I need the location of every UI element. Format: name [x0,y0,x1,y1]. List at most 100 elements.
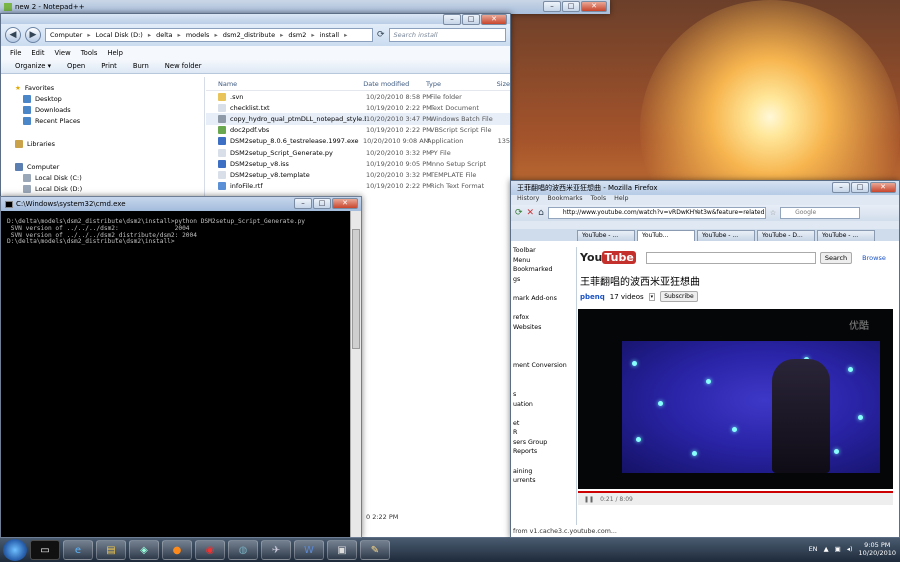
nav-local-d[interactable]: Local Disk (D:) [1,183,204,194]
command-button[interactable]: Open [67,62,85,70]
sidebar-item[interactable] [511,343,576,353]
sidebar-item[interactable] [511,381,576,391]
taskbar-notepad-icon[interactable]: ✎ [360,540,390,560]
browser-tab[interactable]: YouTube - ... [577,230,635,241]
taskbar-globe-icon[interactable]: ◍ [228,540,258,560]
file-row[interactable]: DSM2setup_v8.template 10/20/2010 3:32 PM T… [206,169,510,180]
close-button[interactable]: ✕ [870,182,896,193]
maximize-button[interactable]: □ [562,1,580,12]
sidebar-item[interactable] [511,285,576,295]
sidebar-item[interactable] [511,305,576,315]
minimize-button[interactable]: – [543,1,561,12]
sidebar-item[interactable]: R [511,429,576,439]
channel-name[interactable]: pbenq [580,293,605,301]
menu-item[interactable]: View [55,49,71,57]
browser-tab[interactable]: YouTube - ... [817,230,875,241]
clock[interactable]: 9:05 PM 10/20/2010 [859,541,896,557]
youtube-search-button[interactable]: Search [819,251,853,264]
home-icon[interactable]: ⌂ [538,208,544,218]
nav-local-c[interactable]: Local Disk (C:) [1,172,204,183]
breadcrumb-arrow-icon[interactable]: ▸ [148,31,151,39]
nav-desktop[interactable]: Desktop [1,93,204,104]
minimize-button[interactable]: – [294,198,312,209]
nav-libraries[interactable]: Libraries [1,138,204,149]
breadcrumb-item[interactable]: Local Disk (D:) [96,31,143,39]
video-player[interactable]: 优酷 [578,309,893,489]
file-row[interactable]: DSM2setup_Script_Generate.py 10/20/2010 3… [206,147,510,158]
sidebar-item[interactable]: uation [511,401,576,411]
sidebar-item[interactable]: mark Add-ons [511,295,576,305]
close-button[interactable]: ✕ [332,198,358,209]
menu-item[interactable]: Edit [31,49,44,57]
breadcrumb-arrow-icon[interactable]: ▸ [214,31,217,39]
notepad-window[interactable]: new 2 - Notepad++ – □ ✕ [0,0,610,14]
google-search-input[interactable]: Google [780,207,861,219]
breadcrumb-item[interactable]: dsm2 [288,31,306,39]
close-button[interactable]: ✕ [481,14,507,25]
browser-tab[interactable]: YouTub... [637,230,695,241]
stop-icon[interactable]: ✕ [527,208,535,218]
taskbar-window-icon[interactable]: ▣ [327,540,357,560]
col-date[interactable]: Date modified [363,80,426,88]
breadcrumb-item[interactable]: Computer [50,31,82,39]
sidebar-item[interactable]: Bookmarked [511,266,576,276]
sidebar-item[interactable] [511,353,576,363]
minimize-button[interactable]: – [443,14,461,25]
sidebar-item[interactable] [511,458,576,468]
close-button[interactable]: ✕ [581,1,607,12]
language-indicator[interactable]: EN [809,545,818,553]
cmd-window[interactable]: C:\Windows\system32\cmd.exe – □ ✕ D:\delta… [0,196,362,538]
sidebar-item[interactable] [511,410,576,420]
sidebar-item[interactable]: urrents [511,477,576,487]
command-button[interactable]: Print [101,62,117,70]
scrollbar-thumb[interactable] [352,229,360,349]
console-output[interactable]: D:\delta\models\dsm2_distribute\dsm2\ins… [1,211,361,254]
maximize-button[interactable]: □ [313,198,331,209]
col-type[interactable]: Type [426,80,497,88]
sidebar-item[interactable]: Reports [511,448,576,458]
firefox-window[interactable]: 王菲翻唱的波西米亚狂想曲 - Mozilla Firefox – □ ✕ Histo… [510,180,900,538]
sidebar-item[interactable] [511,372,576,382]
youtube-logo[interactable]: You Tube [580,251,636,264]
taskbar-cmd-icon[interactable]: ▭ [30,540,60,560]
sidebar-item[interactable]: Menu [511,257,576,267]
sidebar-item[interactable]: refox [511,314,576,324]
browser-tab[interactable]: YouTube - D... [757,230,815,241]
sidebar-item[interactable]: Toolbar [511,247,576,257]
taskbar-ie-icon[interactable]: e [63,540,93,560]
firefox-menu-item[interactable]: Tools [591,195,607,205]
breadcrumb-item[interactable]: dsm2_distribute [223,31,275,39]
taskbar-tool-icon[interactable]: ✈ [261,540,291,560]
file-row[interactable]: DSM2setup_8.0.6_testrelease.1997.exe 10/2… [206,136,510,147]
breadcrumb-item[interactable]: install [320,31,339,39]
network-icon[interactable]: ▣ [835,545,841,553]
command-button[interactable]: Organize ▾ [15,62,51,70]
volume-icon[interactable]: ◂) [847,545,853,553]
refresh-icon[interactable]: ⟳ [377,30,385,40]
breadcrumb-arrow-icon[interactable]: ▸ [280,31,283,39]
taskbar-app-icon[interactable]: ◈ [129,540,159,560]
maximize-button[interactable]: □ [462,14,480,25]
bookmark-star-icon[interactable]: ☆ [770,209,776,217]
taskbar-explorer-icon[interactable]: ▤ [96,540,126,560]
file-row[interactable]: doc2pdf.vbs 10/19/2010 2:22 PM VBScript Sc… [206,125,510,136]
sidebar-item[interactable]: ment Conversion [511,362,576,372]
nav-recent[interactable]: Recent Places [1,115,204,126]
firefox-menu-item[interactable]: Help [614,195,628,205]
breadcrumb-arrow-icon[interactable]: ▸ [178,31,181,39]
sidebar-item[interactable]: gs [511,276,576,286]
url-bar[interactable]: http://www.youtube.com/watch?v=vRDwKHYet… [547,207,766,219]
nav-downloads[interactable]: Downloads [1,104,204,115]
file-row[interactable]: copy_hydro_qual_ptmDLL_notepad_style.bat… [206,113,510,125]
dropdown-icon[interactable]: ▾ [648,292,656,301]
browser-tab[interactable]: YouTube - ... [697,230,755,241]
sidebar-item[interactable]: et [511,420,576,430]
file-row[interactable]: .svn 10/20/2010 8:58 PM File folder [206,91,510,102]
breadcrumb-arrow-icon[interactable]: ▸ [344,31,347,39]
menu-item[interactable]: File [10,49,21,57]
start-button[interactable] [3,539,27,561]
menu-item[interactable]: Help [107,49,123,57]
cmd-scrollbar[interactable] [350,211,361,537]
youtube-search-input[interactable] [645,251,816,264]
breadcrumb-item[interactable]: models [186,31,210,39]
